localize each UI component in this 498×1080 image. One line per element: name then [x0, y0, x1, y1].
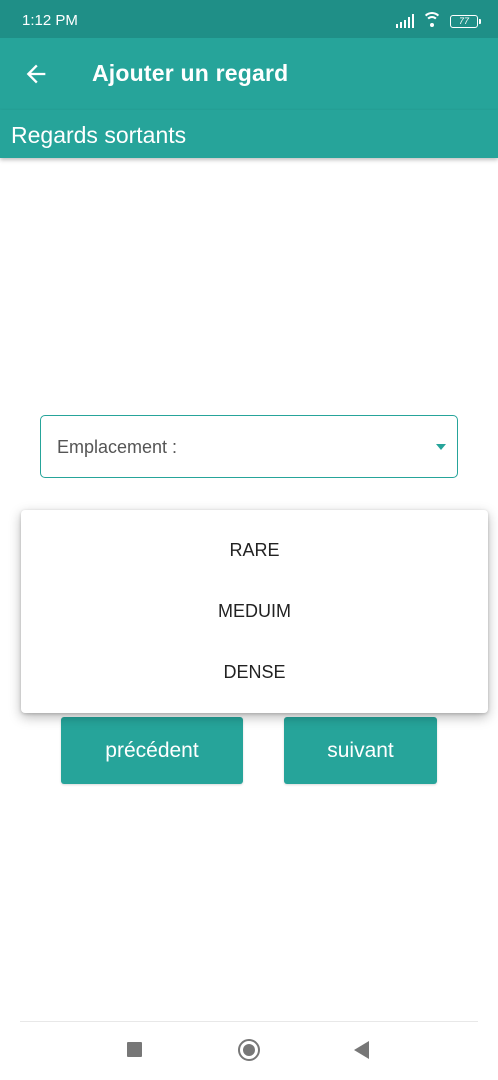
dropdown-option-rare[interactable]: RARE	[21, 520, 488, 580]
app-bar: Ajouter un regard	[0, 38, 498, 110]
section-header: Regards sortants	[0, 110, 498, 158]
battery-level: 77	[458, 16, 469, 26]
arrow-left-icon[interactable]	[22, 60, 50, 88]
page-title: Ajouter un regard	[92, 60, 289, 86]
dropdown-option-meduim[interactable]: MEDUIM	[21, 581, 488, 641]
back-triangle-icon[interactable]	[354, 1041, 369, 1059]
status-icons: 77	[395, 12, 481, 28]
battery-icon: 77	[450, 15, 481, 28]
wifi-icon	[422, 12, 442, 28]
recents-square-icon[interactable]	[127, 1042, 142, 1057]
dropdown-option-dense[interactable]: DENSE	[21, 642, 488, 702]
home-circle-icon[interactable]	[238, 1039, 260, 1061]
signal-icon	[395, 14, 414, 28]
status-bar: 1:12 PM 77	[0, 0, 498, 38]
triangle-down-icon	[436, 444, 446, 450]
system-nav-bar	[0, 1022, 498, 1080]
section-title: Regards sortants	[11, 122, 187, 148]
status-time: 1:12 PM	[22, 12, 78, 29]
dropdown-menu: RARE MEDUIM DENSE	[21, 510, 488, 713]
previous-button[interactable]: précédent	[61, 717, 243, 784]
next-button[interactable]: suivant	[284, 717, 437, 784]
emplacement-label: Emplacement :	[57, 437, 178, 457]
emplacement-spinner[interactable]: Emplacement :	[40, 415, 458, 478]
